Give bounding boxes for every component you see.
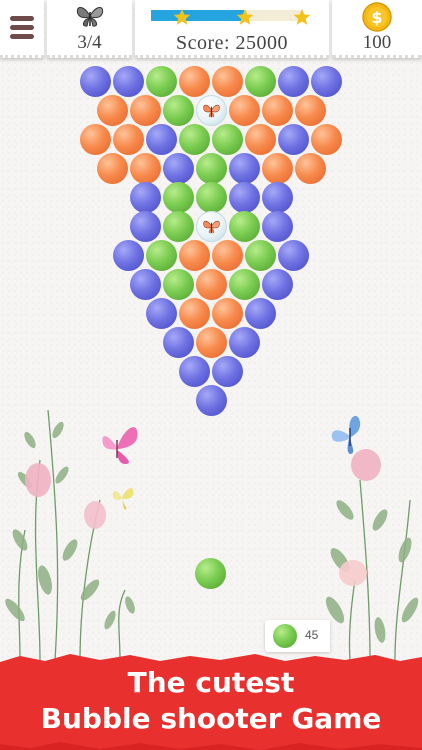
banner-title-line1: The cutest xyxy=(127,666,295,699)
blue-bubble xyxy=(179,356,210,387)
score-text: Score: 25000 xyxy=(175,32,289,54)
blue-bubble xyxy=(113,240,144,271)
green-bubble xyxy=(162,95,194,126)
green-bubble xyxy=(162,211,194,242)
shooter-bubble[interactable] xyxy=(195,558,226,589)
green-bubble xyxy=(146,66,177,97)
green-bubble xyxy=(228,211,260,242)
blue-bubble xyxy=(261,182,293,213)
blue-bubble xyxy=(129,211,161,242)
blue-bubble xyxy=(146,124,177,155)
blue-bubble xyxy=(146,298,177,329)
green-bubble xyxy=(195,153,227,184)
blue-bubble xyxy=(228,153,260,184)
blue-bubble xyxy=(245,298,276,329)
green-bubble xyxy=(162,182,194,213)
hamburger-menu-icon[interactable] xyxy=(10,16,34,40)
score-progress-fill xyxy=(151,10,244,21)
orange-bubble xyxy=(129,95,161,126)
orange-bubble xyxy=(261,95,293,126)
orange-bubble xyxy=(80,124,111,155)
menu-panel xyxy=(0,0,44,58)
blue-bubble xyxy=(212,356,243,387)
green-bubble xyxy=(179,124,210,155)
orange-bubble xyxy=(96,95,128,126)
blue-bubble xyxy=(311,66,342,97)
butterfly-bubble xyxy=(195,211,227,242)
level-panel: 3/4 xyxy=(47,0,132,58)
level-progress: 3/4 xyxy=(77,32,102,53)
orange-bubble xyxy=(212,298,243,329)
top-hud: 3/4 Score: 25000 $ 100 xyxy=(0,0,422,62)
green-bubble xyxy=(146,240,177,271)
blue-bubble xyxy=(278,124,309,155)
blue-bubble xyxy=(129,269,161,300)
star-icon xyxy=(293,8,311,25)
blue-bubble xyxy=(261,269,293,300)
yellow-butterfly-icon xyxy=(112,488,134,510)
orange-bubble xyxy=(294,153,326,184)
score-panel: Score: 25000 xyxy=(135,0,329,58)
green-bubble xyxy=(228,269,260,300)
orange-bubble xyxy=(113,124,144,155)
orange-bubble xyxy=(179,66,210,97)
orange-bubble xyxy=(179,240,210,271)
svg-text:$: $ xyxy=(371,8,382,27)
orange-bubble xyxy=(212,240,243,271)
coins-panel[interactable]: $ 100 xyxy=(332,0,422,58)
pink-butterfly-icon xyxy=(102,427,138,464)
orange-bubble xyxy=(245,124,276,155)
orange-bubble xyxy=(195,269,227,300)
green-bubble xyxy=(245,66,276,97)
green-bubble xyxy=(245,240,276,271)
blue-bubble xyxy=(162,327,194,358)
orange-bubble xyxy=(261,153,293,184)
star-icon xyxy=(236,8,254,25)
orange-bubble xyxy=(195,327,227,358)
blue-bubble xyxy=(195,385,227,416)
blue-bubble xyxy=(162,153,194,184)
blue-bubble xyxy=(129,182,161,213)
orange-bubble xyxy=(96,153,128,184)
coin-count: 100 xyxy=(362,32,392,53)
orange-bubble xyxy=(179,298,210,329)
blue-bubble xyxy=(113,66,144,97)
blue-bubble xyxy=(228,327,260,358)
star-icon xyxy=(173,8,191,25)
banner-title-line2: Bubble shooter Game xyxy=(40,702,382,735)
green-bubble xyxy=(212,124,243,155)
orange-bubble xyxy=(311,124,342,155)
promo-banner: The cutest Bubble shooter Game xyxy=(0,654,422,750)
next-bubble[interactable] xyxy=(273,624,297,648)
orange-bubble xyxy=(212,66,243,97)
butterfly-icon xyxy=(76,7,104,27)
butterfly-bubble xyxy=(195,95,227,126)
blue-bubble xyxy=(261,211,293,242)
gold-dollar-coin-icon: $ xyxy=(362,2,392,32)
blue-bubble xyxy=(278,240,309,271)
blue-butterfly-icon xyxy=(331,415,361,454)
green-bubble xyxy=(195,182,227,213)
orange-bubble xyxy=(228,95,260,126)
green-bubble xyxy=(162,269,194,300)
blue-bubble xyxy=(80,66,111,97)
orange-bubble xyxy=(129,153,161,184)
orange-bubble xyxy=(294,95,326,126)
blue-bubble xyxy=(278,66,309,97)
blue-bubble xyxy=(228,182,260,213)
shots-left-count: 45 xyxy=(305,628,319,642)
next-bubble-panel[interactable]: 45 xyxy=(265,620,330,652)
